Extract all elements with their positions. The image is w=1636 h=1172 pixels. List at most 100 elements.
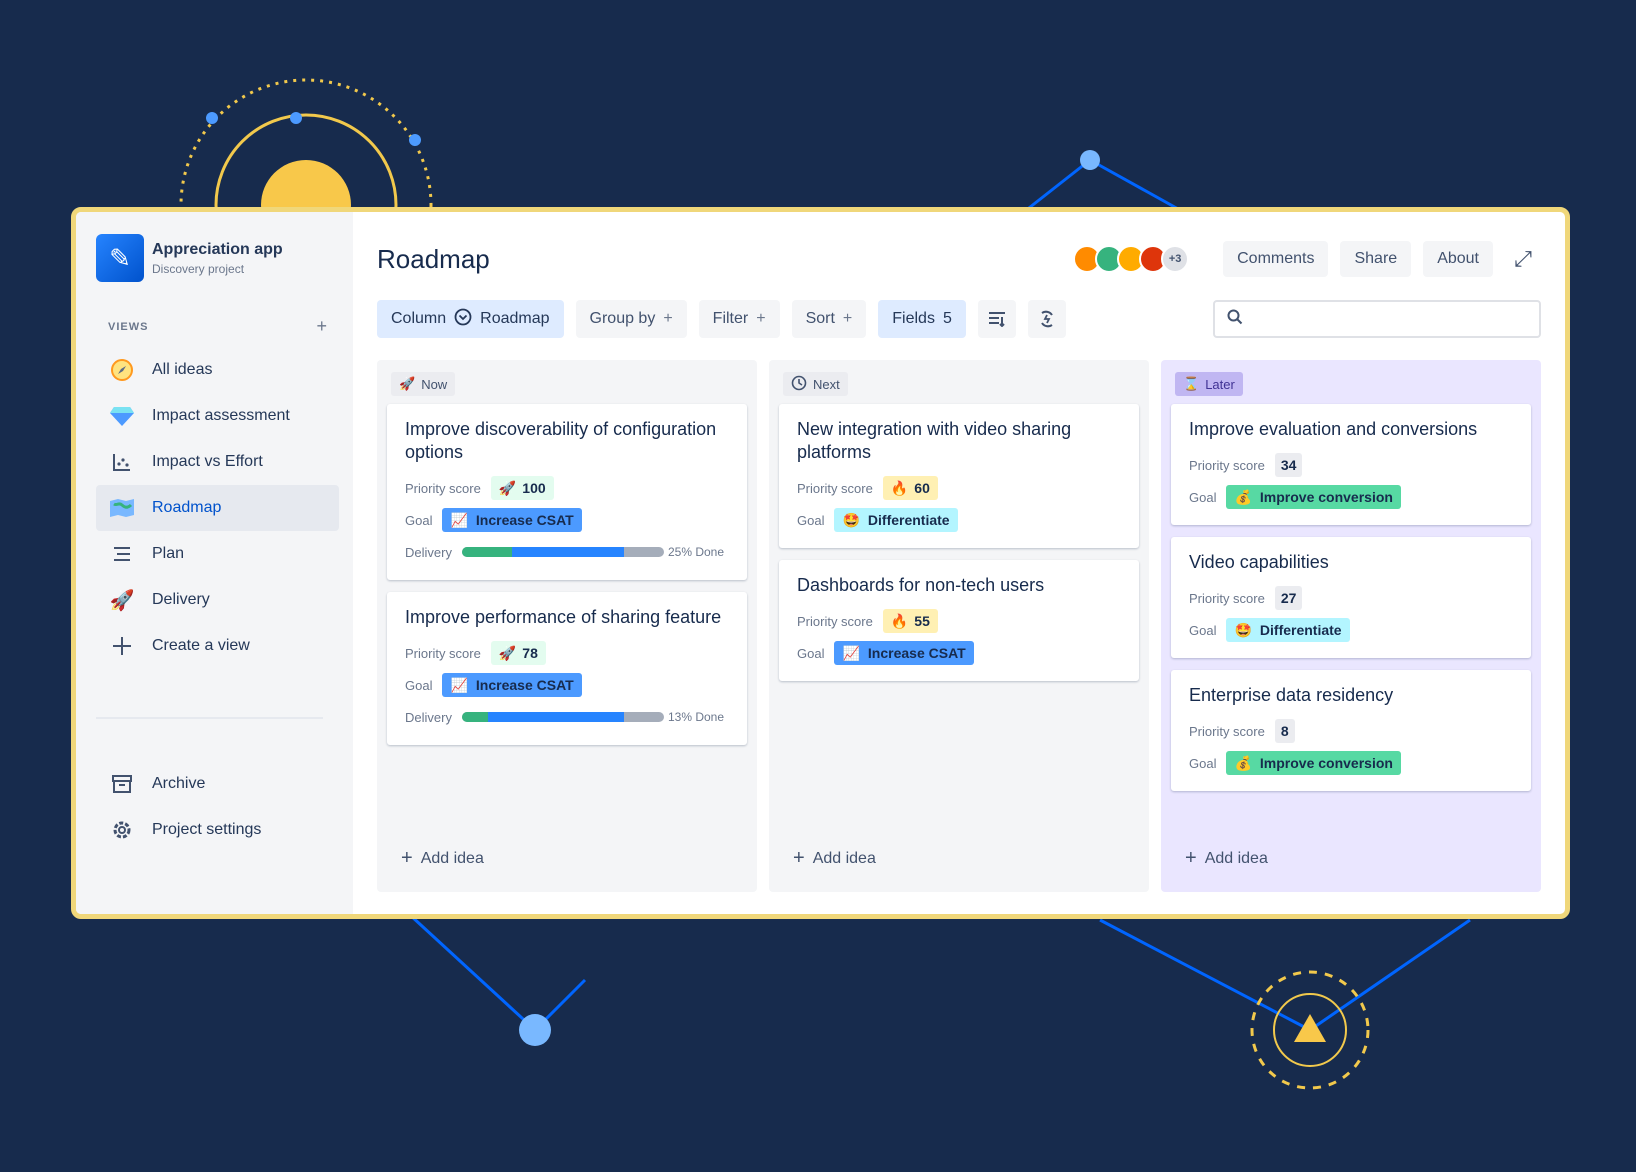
goal-badge: 🤩 Differentiate	[1226, 618, 1350, 642]
triangle-shape	[1294, 1014, 1326, 1042]
field-label: Priority score	[797, 613, 873, 629]
sidebar-item-plan[interactable]: Plan	[96, 531, 339, 577]
views-label: VIEWS	[108, 320, 149, 333]
add-view-icon[interactable]: +	[316, 316, 327, 337]
field-label: Priority score	[1189, 723, 1265, 739]
add-idea-button[interactable]: + Add idea	[793, 847, 876, 870]
column-header[interactable]: 🚀 Now	[391, 372, 456, 396]
column-selector-button[interactable]: Column Roadmap	[377, 300, 564, 338]
app-logo-icon: ✎	[96, 234, 144, 282]
expand-icon[interactable]: ⤢	[1505, 241, 1541, 277]
priority-score-badge: 34	[1274, 453, 1303, 477]
delivery-status-text: 25% Done	[667, 545, 725, 559]
sidebar-item-project-settings[interactable]: Project settings	[96, 807, 339, 853]
sidebar-item-delivery[interactable]: 🚀 Delivery	[96, 577, 339, 623]
idea-card[interactable]: Enterprise data residency Priority score…	[1171, 670, 1531, 791]
money-bag-icon: 💰	[1234, 754, 1252, 771]
goal-value: Improve conversion	[1259, 755, 1393, 771]
delivery-progress-bar	[461, 712, 664, 722]
app-window: ✎ Appreciation app Discovery project VIE…	[71, 207, 1570, 919]
field-label: Priority score	[797, 480, 873, 496]
diamond-icon	[108, 402, 136, 430]
add-idea-label: Add idea	[1204, 849, 1268, 867]
idea-card[interactable]: Video capabilities Priority score 27 Goa…	[1171, 537, 1531, 658]
goal-value: Improve conversion	[1259, 489, 1393, 505]
idea-card[interactable]: Improve evaluation and conversions Prior…	[1171, 404, 1531, 525]
idea-card[interactable]: Improve performance of sharing feature P…	[387, 592, 747, 745]
sidebar-item-all-ideas[interactable]: All ideas	[96, 347, 339, 393]
column-header[interactable]: ⌛ Later	[1175, 372, 1243, 396]
chart-up-icon: 📈	[842, 644, 860, 661]
top-bar: Roadmap +3 Comments Share About ⤢	[377, 236, 1541, 282]
orbit-dot	[409, 134, 421, 146]
idea-card[interactable]: Dashboards for non-tech users Priority s…	[779, 560, 1139, 681]
sidebar-item-impact-vs-effort[interactable]: Impact vs Effort	[96, 439, 339, 485]
goal-badge: 🤩 Differentiate	[834, 508, 958, 532]
avatar-more[interactable]: +3	[1161, 245, 1190, 273]
priority-score-badge: 🔥 60	[882, 476, 938, 500]
line-shape	[408, 913, 537, 1032]
chevron-down-icon	[454, 308, 472, 331]
group-by-button[interactable]: Group by +	[575, 300, 687, 338]
sidebar-item-label: Delivery	[152, 591, 210, 608]
share-button[interactable]: Share	[1340, 241, 1412, 277]
compass-icon	[108, 356, 136, 384]
idea-card[interactable]: Improve discoverability of configuration…	[387, 404, 747, 580]
field-label: Goal	[405, 677, 433, 693]
card-list: Improve discoverability of configuration…	[387, 404, 747, 745]
search-input[interactable]	[1251, 311, 1539, 327]
priority-score-value: 27	[1280, 590, 1297, 606]
goal-field: Goal 📈 Increase CSAT	[405, 504, 729, 536]
view-options-icon[interactable]	[977, 300, 1016, 338]
orbit-dot	[206, 112, 218, 124]
delivery-progress-bar	[461, 547, 664, 557]
goal-field: Goal 🤩 Differentiate	[797, 504, 1121, 536]
auto-arrange-icon[interactable]	[1027, 300, 1066, 338]
archive-icon	[108, 770, 136, 798]
add-idea-button[interactable]: + Add idea	[1185, 847, 1268, 870]
rocket-icon: 🚀	[498, 479, 517, 496]
priority-score-value: 8	[1280, 723, 1289, 739]
field-label: Priority score	[1189, 590, 1265, 606]
rocket-icon: 🚀	[498, 644, 517, 661]
sidebar-item-create-view[interactable]: Create a view	[96, 623, 339, 669]
fields-label: Fields	[892, 310, 935, 327]
collaborator-avatars[interactable]: +3	[1073, 245, 1190, 273]
sidebar-item-label: Project settings	[152, 821, 262, 838]
delivery-done-fill	[461, 547, 513, 557]
about-button[interactable]: About	[1423, 241, 1493, 277]
priority-score-badge: 🚀 100	[490, 476, 554, 500]
goal-value: Differentiate	[1259, 622, 1342, 638]
column-later: ⌛ Later Improve evaluation and conversion…	[1161, 360, 1541, 892]
goal-value: Differentiate	[867, 512, 950, 528]
column-value: Roadmap	[480, 310, 550, 327]
goal-field: Goal 📈 Increase CSAT	[405, 669, 729, 701]
idea-title: Video capabilities	[1189, 552, 1329, 572]
search-field[interactable]	[1213, 300, 1541, 338]
column-header[interactable]: Next	[783, 372, 848, 396]
project-header[interactable]: ✎ Appreciation app Discovery project	[96, 234, 339, 282]
delivery-done-fill	[461, 712, 489, 722]
fire-icon: 🔥	[890, 612, 909, 629]
view-toolbar: Column Roadmap Group by + Filter + Sort …	[377, 300, 1541, 338]
add-idea-label: Add idea	[812, 849, 876, 867]
sidebar-item-archive[interactable]: Archive	[96, 761, 339, 807]
comments-button[interactable]: Comments	[1223, 241, 1329, 277]
filter-button[interactable]: Filter +	[698, 300, 780, 338]
idea-card[interactable]: New integration with video sharing platf…	[779, 404, 1139, 548]
hourglass-icon: ⌛	[1183, 376, 1200, 391]
priority-field: Priority score 🔥 55	[797, 605, 1121, 637]
fields-button[interactable]: Fields 5	[878, 300, 966, 338]
goal-badge: 📈 Increase CSAT	[442, 673, 582, 697]
sidebar-item-impact-assessment[interactable]: Impact assessment	[96, 393, 339, 439]
priority-score-badge: 🔥 55	[882, 609, 938, 633]
add-idea-button[interactable]: + Add idea	[401, 847, 484, 870]
group-by-label: Group by	[589, 310, 656, 327]
idea-title: New integration with video sharing platf…	[797, 419, 1072, 462]
sidebar-item-roadmap[interactable]: Roadmap	[96, 485, 339, 531]
line-shape	[1309, 918, 1471, 1032]
plus-icon: +	[842, 310, 853, 327]
sort-button[interactable]: Sort +	[791, 300, 867, 338]
list-icon	[108, 540, 136, 568]
idea-title: Improve performance of sharing feature	[405, 607, 722, 627]
